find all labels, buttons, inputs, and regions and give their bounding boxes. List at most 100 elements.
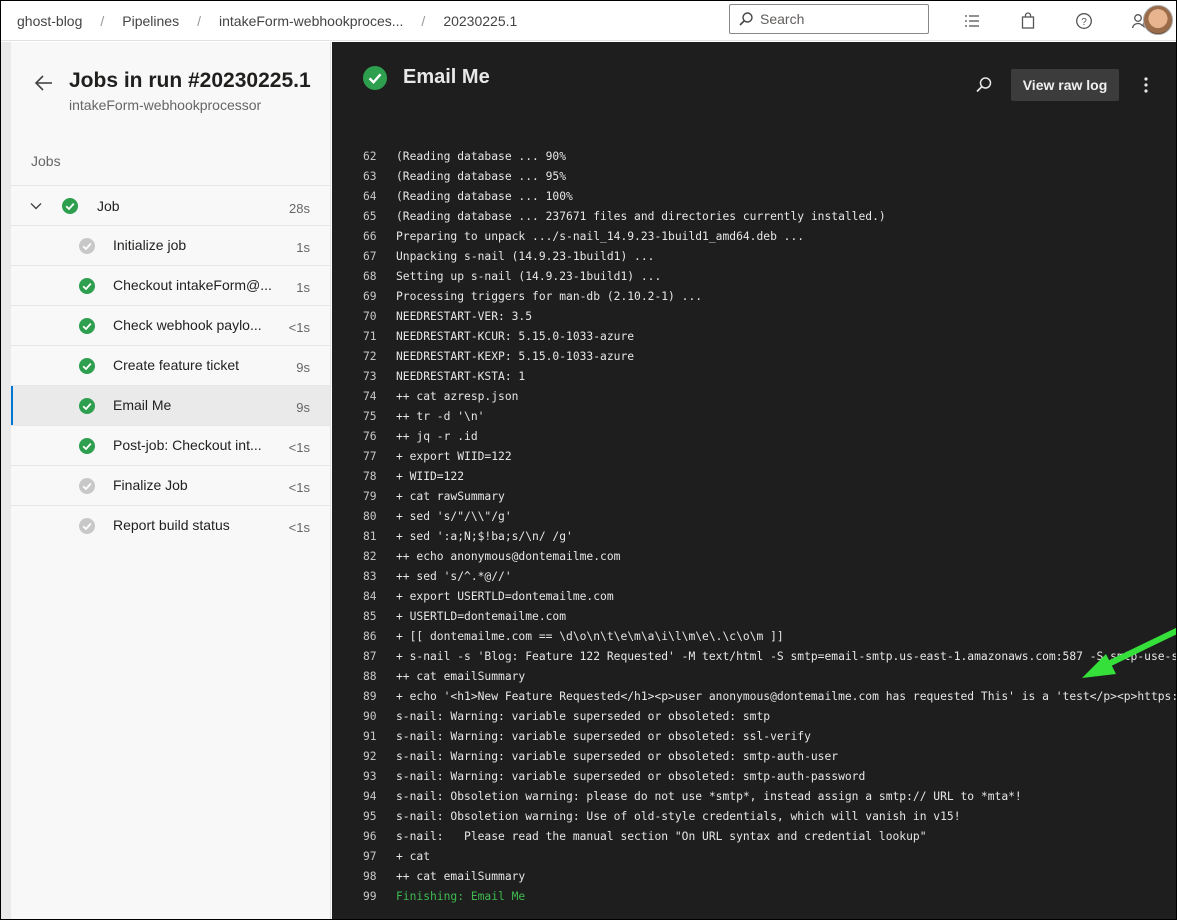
breadcrumb-separator: / (421, 12, 426, 29)
log-line: 66 Preparing to unpack .../s-nail_14.9.23… (332, 227, 1176, 247)
log-line-number: 94 (363, 790, 377, 803)
log-line-number: 67 (363, 250, 377, 263)
step-duration: 1s (296, 280, 310, 295)
step-row[interactable]: Checkout intakeForm@... 1s (11, 265, 330, 305)
search-icon (738, 11, 754, 27)
log-line-number: 76 (363, 430, 377, 443)
log-line: 67 Unpacking s-nail (14.9.23-1build1) ... (332, 247, 1176, 267)
log-line-text: NEEDRESTART-VER: 3.5 (396, 310, 533, 323)
log-line-number: 75 (363, 410, 377, 423)
log-line-number: 66 (363, 230, 377, 243)
step-row[interactable]: Check webhook paylo... <1s (11, 305, 330, 345)
log-line: 81 + sed ':a;N;$!ba;s/\n/ /g' (332, 527, 1176, 547)
log-line: 92 s-nail: Warning: variable superseded o… (332, 747, 1176, 767)
step-label: Checkout intakeForm@... (113, 277, 272, 293)
log-line: 99 Finishing: Email Me (332, 887, 1176, 907)
more-options-icon[interactable] (1138, 75, 1154, 95)
jobs-panel: Jobs in run #20230225.1 intakeForm-webho… (1, 42, 331, 919)
log-line: 90 s-nail: Warning: variable superseded o… (332, 707, 1176, 727)
step-label: Finalize Job (113, 477, 188, 493)
log-line-number: 63 (363, 170, 377, 183)
list-settings-icon[interactable] (963, 12, 981, 30)
job-row[interactable]: Job 28s (11, 185, 330, 225)
log-line-number: 68 (363, 270, 377, 283)
step-row[interactable]: Create feature ticket 9s (11, 345, 330, 385)
step-label: Create feature ticket (113, 357, 240, 373)
step-row[interactable]: Post-job: Checkout int... <1s (11, 425, 330, 465)
log-line: 82 ++ echo anonymous@dontemailme.com (332, 547, 1176, 567)
skipped-check-icon (79, 478, 95, 494)
log-line-number: 77 (363, 450, 377, 463)
step-label: Post-job: Checkout int... (113, 437, 262, 453)
log-line: 89 + echo '<h1>New Feature Requested</h1>… (332, 687, 1176, 707)
log-line-number: 96 (363, 830, 377, 843)
marketplace-bag-icon[interactable] (1019, 12, 1037, 30)
log-line-text: ++ cat emailSummary (396, 670, 526, 683)
job-duration: 28s (289, 201, 310, 216)
step-label: Initialize job (113, 237, 187, 253)
log-line: 83 ++ sed 's/^.*@//' (332, 567, 1176, 587)
log-line: 77 + export WIID=122 (332, 447, 1176, 467)
step-duration: <1s (288, 440, 310, 455)
log-line: 75 ++ tr -d '\n' (332, 407, 1176, 427)
breadcrumb: ghost-blog / Pipelines / intakeForm-webh… (1, 13, 517, 29)
log-line-text: ++ jq -r .id (396, 430, 478, 443)
log-line-number: 99 (363, 890, 377, 903)
log-line: 84 + export USERTLD=dontemailme.com (332, 587, 1176, 607)
success-check-icon (79, 318, 95, 334)
view-raw-log-button[interactable]: View raw log (1011, 69, 1119, 101)
log-line: 98 ++ cat emailSummary (332, 867, 1176, 887)
avatar[interactable] (1143, 5, 1173, 35)
breadcrumb-separator: / (197, 12, 201, 29)
breadcrumb-project[interactable]: ghost-blog (17, 13, 82, 29)
step-duration: 9s (296, 400, 310, 415)
search-input[interactable]: Search (729, 4, 929, 34)
log-line: 72 NEEDRESTART-KEXP: 5.15.0-1033-azure (332, 347, 1176, 367)
log-line: 79 + cat rawSummary (332, 487, 1176, 507)
success-check-icon (79, 438, 95, 454)
log-output: 62 (Reading database ... 90% 63 (Reading da… (332, 147, 1176, 907)
success-check-icon (363, 66, 387, 90)
step-row[interactable]: Report build status <1s (11, 505, 330, 545)
log-line-number: 65 (363, 210, 377, 223)
log-line-text: (Reading database ... 95% (396, 170, 567, 183)
search-icon[interactable] (975, 76, 993, 94)
step-label: Report build status (113, 517, 230, 533)
log-line-text: NEEDRESTART-KCUR: 5.15.0-1033-azure (396, 330, 635, 343)
log-line: 94 s-nail: Obsoletion warning: please do … (332, 787, 1176, 807)
log-line-text: Finishing: Email Me (396, 890, 526, 903)
log-line-number: 83 (363, 570, 377, 583)
chevron-down-icon[interactable] (29, 199, 43, 213)
help-icon[interactable]: ? (1075, 12, 1093, 30)
log-line: 73 NEEDRESTART-KSTA: 1 (332, 367, 1176, 387)
skipped-check-icon (79, 518, 95, 534)
step-row[interactable]: Initialize job 1s (11, 225, 330, 265)
log-line-text: Unpacking s-nail (14.9.23-1build1) ... (396, 250, 655, 263)
log-line-number: 81 (363, 530, 377, 543)
log-line: 85 + USERTLD=dontemailme.com (332, 607, 1176, 627)
log-line: 70 NEEDRESTART-VER: 3.5 (332, 307, 1176, 327)
log-line-text: ++ tr -d '\n' (396, 410, 485, 423)
success-check-icon (62, 198, 78, 214)
step-row[interactable]: Email Me 9s (11, 385, 330, 425)
jobs-header: Jobs (31, 153, 61, 169)
log-line-number: 91 (363, 730, 377, 743)
log-line-text: ++ cat azresp.json (396, 390, 519, 403)
log-line-text: + [[ dontemailme.com == \d\o\n\t\e\m\a\i… (396, 630, 784, 643)
breadcrumb-pipeline[interactable]: intakeForm-webhookproces... (219, 13, 403, 29)
success-check-icon (79, 278, 95, 294)
back-arrow-icon[interactable] (33, 72, 55, 94)
log-line-number: 93 (363, 770, 377, 783)
log-line-text: + s-nail -s 'Blog: Feature 122 Requested… (396, 650, 1176, 663)
log-line-text: + cat rawSummary (396, 490, 505, 503)
breadcrumb-pipelines[interactable]: Pipelines (122, 13, 179, 29)
breadcrumb-run[interactable]: 20230225.1 (443, 13, 517, 29)
log-line-text: + echo '<h1>New Feature Requested</h1><p… (396, 690, 1176, 703)
log-line: 65 (Reading database ... 237671 files and… (332, 207, 1176, 227)
log-line: 71 NEEDRESTART-KCUR: 5.15.0-1033-azure (332, 327, 1176, 347)
top-bar: ghost-blog / Pipelines / intakeForm-webh… (1, 1, 1176, 41)
run-title: Jobs in run #20230225.1 (69, 69, 311, 92)
step-row[interactable]: Finalize Job <1s (11, 465, 330, 505)
log-line-text: NEEDRESTART-KSTA: 1 (396, 370, 526, 383)
log-line-number: 92 (363, 750, 377, 763)
